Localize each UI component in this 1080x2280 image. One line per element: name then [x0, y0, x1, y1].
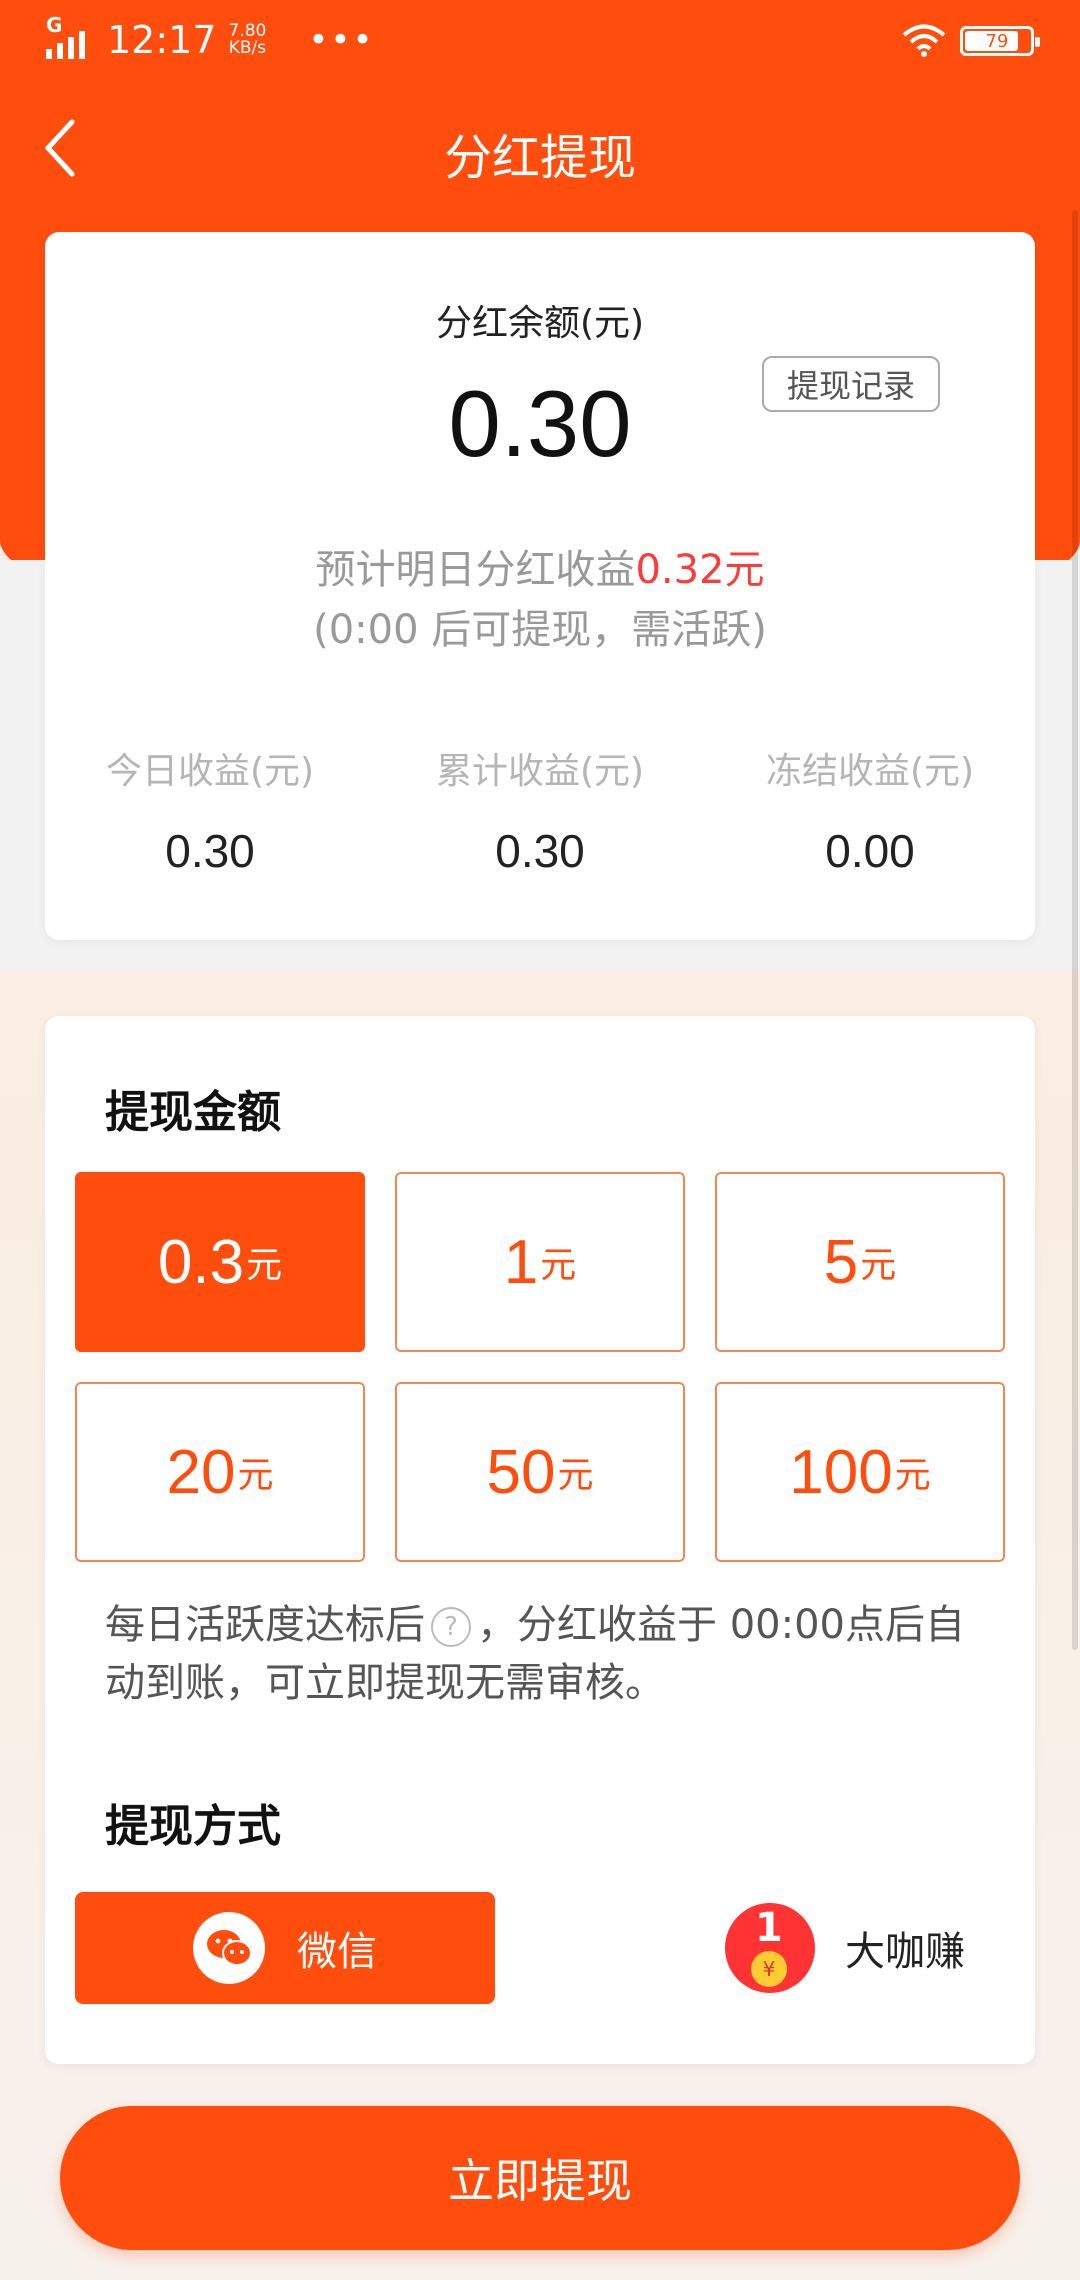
- network-speed: 7.80 KB/s: [228, 21, 267, 58]
- amount-option-20[interactable]: 20 元: [75, 1382, 365, 1562]
- withdraw-now-button[interactable]: 立即提现: [60, 2106, 1020, 2250]
- amount-option-1[interactable]: 1元: [395, 1172, 685, 1352]
- network-type: G: [46, 13, 63, 37]
- amount-option-100[interactable]: 100 元: [715, 1382, 1005, 1562]
- stats-row: 今日收益(元) 0.30 累计收益(元) 0.30 冻结收益(元) 0.00: [45, 742, 1035, 878]
- forecast-text: 预计明日分红收益0.32元 (0:00 后可提现，需活跃): [45, 540, 1035, 660]
- battery-icon: 79: [960, 26, 1040, 56]
- red-packet-icon: 1 ¥: [725, 1903, 815, 1993]
- signal-icon: G: [46, 13, 85, 59]
- amount-option-50[interactable]: 50 元: [395, 1382, 685, 1562]
- help-icon[interactable]: ?: [431, 1607, 471, 1647]
- method-wechat-button[interactable]: 微信: [75, 1892, 495, 2004]
- forecast-prefix: 预计明日分红收益: [315, 547, 636, 593]
- stat-value: 0.00: [825, 825, 915, 877]
- stat-total: 累计收益(元) 0.30: [375, 742, 705, 878]
- withdraw-note: 每日活跃度达标后? ，分红收益于 00:00点后自动到账，可立即提现无需审核。: [105, 1602, 965, 1706]
- scrollbar[interactable]: [1072, 210, 1078, 1650]
- amount-option-0.3[interactable]: 0.3 元: [75, 1172, 365, 1352]
- withdraw-methods: 微信 1 ¥ 大咖赚: [75, 1892, 1005, 2004]
- method-title: 提现方式: [105, 1801, 281, 1852]
- status-bar: G 12:17 7.80 KB/s ••• 79: [0, 0, 1080, 80]
- stat-frozen: 冻结收益(元) 0.00: [705, 742, 1035, 878]
- method-dakazhuan-button[interactable]: 1 ¥ 大咖赚: [725, 1892, 965, 2004]
- balance-label: 分红余额(元): [435, 303, 645, 344]
- stat-label: 今日收益(元): [105, 751, 315, 792]
- stat-value: 0.30: [165, 825, 255, 877]
- method-label: 大咖赚: [845, 1929, 965, 1975]
- forecast-note: (0:00 后可提现，需活跃): [313, 607, 767, 653]
- nav-bar: 分红提现: [0, 100, 1080, 210]
- stat-value: 0.30: [495, 825, 585, 877]
- stat-label: 累计收益(元): [435, 751, 645, 792]
- page-title: 分红提现: [443, 130, 636, 186]
- amount-title: 提现金额: [105, 1087, 281, 1138]
- amount-options: 0.3 元 1元 5元 20 元 50 元 100 元: [75, 1172, 1005, 1562]
- stat-today: 今日收益(元) 0.30: [45, 742, 375, 878]
- balance-card: 分红余额(元) 0.30 提现记录 预计明日分红收益0.32元 (0:00 后可…: [45, 232, 1035, 940]
- forecast-amount: 0.32元: [635, 547, 765, 593]
- withdraw-card: 提现金额 0.3 元 1元 5元 20 元 50 元 100 元 每日活跃度达标后? ，分…: [45, 1016, 1035, 2064]
- amount-option-5[interactable]: 5元: [715, 1172, 1005, 1352]
- withdraw-record-button[interactable]: 提现记录: [762, 356, 940, 412]
- stat-label: 冻结收益(元): [765, 751, 975, 792]
- wechat-icon: [193, 1912, 265, 1984]
- clock: 12:17: [107, 18, 217, 62]
- more-dots-icon: •••: [308, 20, 375, 60]
- wifi-icon: [902, 24, 946, 57]
- method-label: 微信: [297, 1929, 377, 1975]
